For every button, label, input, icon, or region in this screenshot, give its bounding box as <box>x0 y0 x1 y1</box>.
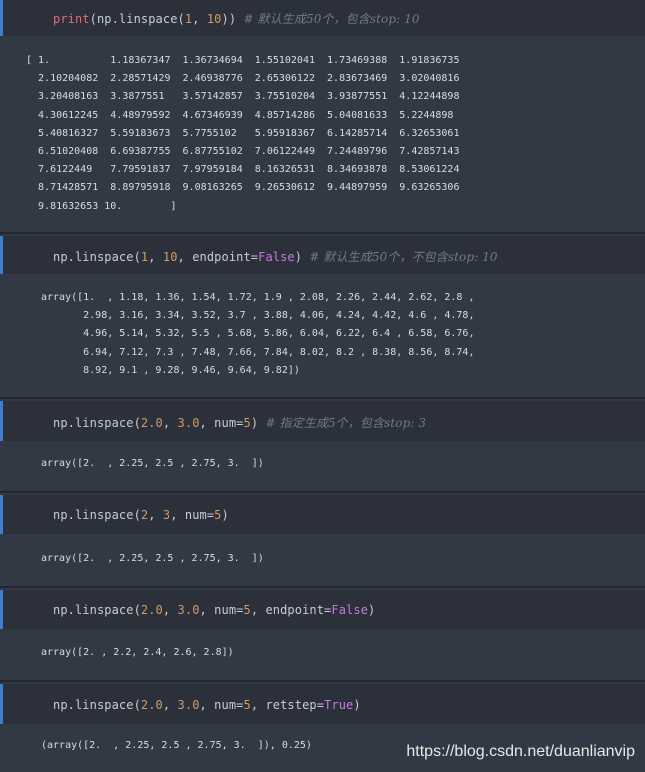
notebook-cell-1: print(np.linspace(1, 10)) # 默认生成50个，包含st… <box>0 0 645 230</box>
code-input-2[interactable]: np.linspace(1, 10, endpoint=False) # 默认生… <box>0 236 645 274</box>
cell-output-3: array([2. , 2.25, 2.5 , 2.75, 3. ]) <box>41 458 264 469</box>
code-input-6[interactable]: np.linspace(2.0, 3.0, num=5, retstep=Tru… <box>0 684 645 724</box>
code-token: 5 <box>243 416 251 430</box>
cell-output-1: [ 1. 1.18367347 1.36734694 1.55102041 1.… <box>26 55 460 212</box>
code-input-3[interactable]: np.linspace(2.0, 3.0, num=5) # 指定生成5个，包含… <box>0 401 645 441</box>
cell-rail <box>0 495 3 534</box>
code-token: # 指定生成5个，包含stop: 3 <box>265 416 427 430</box>
cell-separator <box>0 397 645 399</box>
code-token: , endpoint= <box>250 603 332 617</box>
code-token: 3.0 <box>177 603 200 617</box>
code-token: np.linspace( <box>53 603 141 617</box>
code-token: ) <box>294 250 310 264</box>
watermark: https://blog.csdn.net/duanlianvip <box>406 743 635 760</box>
code-token: 10 <box>206 12 222 26</box>
code-token: )) <box>221 12 244 26</box>
cell-output-5: array([2. , 2.2, 2.4, 2.6, 2.8]) <box>41 647 234 658</box>
code-token: , num= <box>199 416 244 430</box>
code-token: ) <box>368 603 376 617</box>
code-token: # 默认生成50个，不包含stop: 10 <box>309 250 498 264</box>
notebook-cell-5: np.linspace(2.0, 3.0, num=5, endpoint=Fa… <box>0 586 645 682</box>
code-token: np.linspace( <box>53 250 141 264</box>
code-token: , num= <box>170 508 215 522</box>
code-token: , retstep= <box>250 698 325 712</box>
cell-output-4: array([2. , 2.25, 2.5 , 2.75, 3. ]) <box>41 553 264 564</box>
code-token: , <box>192 12 207 26</box>
code-line-4: np.linspace(2, 3, num=5) <box>53 508 229 522</box>
notebook-cell-2: np.linspace(1, 10, endpoint=False) # 默认生… <box>0 232 645 395</box>
code-token: 2.0 <box>140 603 163 617</box>
code-line-2: np.linspace(1, 10, endpoint=False) # 默认生… <box>53 248 498 265</box>
code-line-5: np.linspace(2.0, 3.0, num=5, endpoint=Fa… <box>53 603 375 617</box>
code-token: 5 <box>243 698 251 712</box>
code-token: , num= <box>199 603 244 617</box>
code-token: print <box>53 12 90 26</box>
code-token: , <box>148 250 163 264</box>
code-token: 10 <box>162 250 178 264</box>
code-token: ) <box>221 508 229 522</box>
code-token: , <box>162 416 178 430</box>
code-token: 5 <box>214 508 222 522</box>
cell-separator <box>0 491 645 493</box>
code-input-5[interactable]: np.linspace(2.0, 3.0, num=5, endpoint=Fa… <box>0 590 645 629</box>
code-token: , num= <box>199 698 244 712</box>
code-token: True <box>324 698 354 712</box>
code-token: ) <box>353 698 361 712</box>
code-token: 2.0 <box>140 416 163 430</box>
code-token: , endpoint= <box>177 250 259 264</box>
code-input-1[interactable]: print(np.linspace(1, 10)) # 默认生成50个，包含st… <box>0 0 645 36</box>
code-token: ) <box>250 416 266 430</box>
code-token: , <box>162 698 178 712</box>
cell-output-2: array([1. , 1.18, 1.36, 1.54, 1.72, 1.9 … <box>41 292 475 376</box>
code-token: , <box>162 603 178 617</box>
code-token: False <box>258 250 295 264</box>
code-token: np.linspace( <box>53 698 141 712</box>
cell-output-6: (array([2. , 2.25, 2.5 , 2.75, 3. ]), 0.… <box>41 740 312 751</box>
code-token: False <box>331 603 369 617</box>
code-line-3: np.linspace(2.0, 3.0, num=5) # 指定生成5个，包含… <box>53 414 426 431</box>
cell-rail <box>0 684 3 724</box>
cell-rail <box>0 401 3 441</box>
code-line-6: np.linspace(2.0, 3.0, num=5, retstep=Tru… <box>53 698 361 712</box>
code-token: 5 <box>243 603 251 617</box>
cell-separator <box>0 680 645 682</box>
code-token: 3.0 <box>177 416 200 430</box>
notebook-cell-4: np.linspace(2, 3, num=5) array([2. , 2.2… <box>0 491 645 587</box>
cell-separator <box>0 586 645 588</box>
cell-rail <box>0 0 3 36</box>
code-token: np.linspace( <box>53 508 141 522</box>
code-token: # 默认生成50个，包含stop: 10 <box>243 12 420 26</box>
cell-rail <box>0 590 3 629</box>
code-token: np.linspace( <box>53 416 141 430</box>
code-token: , <box>148 508 163 522</box>
notebook-cell-3: np.linspace(2.0, 3.0, num=5) # 指定生成5个，包含… <box>0 397 645 492</box>
code-line-1: print(np.linspace(1, 10)) # 默认生成50个，包含st… <box>53 10 420 27</box>
cell-separator <box>0 232 645 234</box>
code-token: (np.linspace( <box>89 12 185 26</box>
code-input-4[interactable]: np.linspace(2, 3, num=5) <box>0 495 645 534</box>
code-token: 2.0 <box>140 698 163 712</box>
code-token: 3.0 <box>177 698 200 712</box>
cell-rail <box>0 236 3 274</box>
